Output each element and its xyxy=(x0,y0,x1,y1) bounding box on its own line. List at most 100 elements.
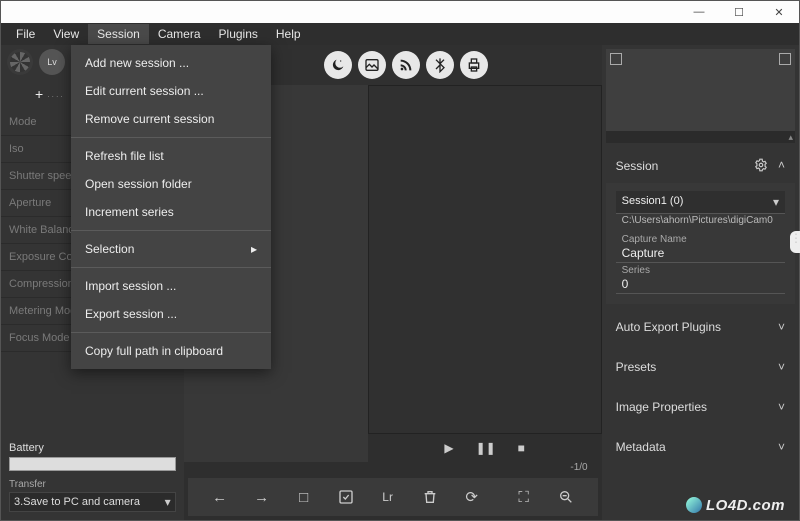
series-label: Series xyxy=(616,265,785,276)
menu-item-copy-full-path-in-clipboard[interactable]: Copy full path in clipboard xyxy=(71,337,271,365)
chevron-down-icon: ˅ xyxy=(778,440,785,454)
bluetooth-icon[interactable] xyxy=(426,51,454,79)
menu-item-open-session-folder[interactable]: Open session folder xyxy=(71,170,271,198)
side-drawer-handle[interactable]: ⋮ xyxy=(790,231,800,253)
thumb-checkbox-right[interactable] xyxy=(779,53,791,65)
capture-name-label: Capture Name xyxy=(616,234,785,245)
window-minimize[interactable]: — xyxy=(679,1,719,23)
refresh-button[interactable]: ⟳ xyxy=(456,483,488,511)
bottom-toolbar: ← → □ Lr ⟳ ⛶ xyxy=(188,478,598,516)
window-maximize[interactable]: ☐ xyxy=(719,1,759,23)
menu-item-label: Copy full path in clipboard xyxy=(85,344,223,358)
chevron-down-icon: ˅ xyxy=(778,360,785,374)
menu-camera[interactable]: Camera xyxy=(149,24,210,44)
menu-view[interactable]: View xyxy=(44,24,88,44)
chevron-down-icon: ▾ xyxy=(165,495,171,509)
approve-button[interactable] xyxy=(330,483,362,511)
panel-presets[interactable]: Presets ˅ xyxy=(606,350,795,384)
panel-metadata[interactable]: Metadata ˅ xyxy=(606,430,795,464)
battery-bar xyxy=(9,457,176,471)
chevron-down-icon: ˅ xyxy=(778,320,785,334)
thumbnail-strip[interactable] xyxy=(606,49,795,131)
capture-name-input[interactable] xyxy=(616,245,785,263)
transfer-select[interactable]: 3.Save to PC and camera ▾ xyxy=(9,492,176,512)
menu-separator xyxy=(71,267,271,268)
nav-back-button[interactable]: ← xyxy=(204,483,236,511)
menu-separator xyxy=(71,137,271,138)
session-menu-dropdown: Add new session ... Edit current session … xyxy=(71,45,271,369)
panel-title: Metadata xyxy=(616,440,666,454)
thumb-checkbox-left[interactable] xyxy=(610,53,622,65)
lightroom-button[interactable]: Lr xyxy=(372,483,404,511)
aperture-icon[interactable] xyxy=(7,49,33,75)
moon-icon[interactable] xyxy=(324,51,352,79)
panel-title: Image Properties xyxy=(616,400,707,414)
playback-bar: ▶ ❚❚ ■ xyxy=(368,434,602,462)
delete-button[interactable] xyxy=(414,483,446,511)
menubar: FileViewSessionCameraPluginsHelp xyxy=(1,23,799,45)
session-panel-header[interactable]: Session ˄ xyxy=(606,149,795,183)
menu-item-label: Remove current session xyxy=(85,112,214,126)
transfer-label: Transfer xyxy=(9,479,176,490)
menu-item-edit-current-session[interactable]: Edit current session ... xyxy=(71,77,271,105)
drag-handle-icon[interactable]: . . . . xyxy=(47,90,63,99)
right-panel: ▴ Session ˄ Session1 (0) ▾ xyxy=(602,45,799,520)
series-input[interactable] xyxy=(616,276,785,294)
session-name: Session1 (0) xyxy=(622,195,684,209)
play-button[interactable]: ▶ xyxy=(444,441,453,455)
zoom-out-button[interactable] xyxy=(550,483,582,511)
chevron-down-icon: ˅ xyxy=(778,400,785,414)
scroll-up-icon[interactable]: ▴ xyxy=(788,132,793,143)
crop-button[interactable]: □ xyxy=(288,483,320,511)
transfer-value: 3.Save to PC and camera xyxy=(14,496,140,508)
chevron-right-icon: ▸ xyxy=(251,242,257,256)
titlebar: — ☐ ✕ xyxy=(1,1,799,23)
panel-auto-export-plugins[interactable]: Auto Export Plugins ˅ xyxy=(606,310,795,344)
panel-title: Auto Export Plugins xyxy=(616,320,721,334)
battery-label: Battery xyxy=(9,442,176,454)
image-icon[interactable] xyxy=(358,51,386,79)
menu-item-remove-current-session[interactable]: Remove current session xyxy=(71,105,271,133)
menu-item-add-new-session[interactable]: Add new session ... xyxy=(71,49,271,77)
menu-separator xyxy=(71,332,271,333)
menu-item-selection[interactable]: Selection ▸ xyxy=(71,235,271,263)
stop-button[interactable]: ■ xyxy=(518,441,525,455)
pause-button[interactable]: ❚❚ xyxy=(476,441,496,455)
session-panel-title: Session xyxy=(616,159,659,173)
gear-icon[interactable] xyxy=(754,158,768,175)
menu-help[interactable]: Help xyxy=(267,24,310,44)
menu-item-export-session[interactable]: Export session ... xyxy=(71,300,271,328)
menu-item-label: Refresh file list xyxy=(85,149,164,163)
liveview-button[interactable]: Lv xyxy=(39,49,65,75)
rss-icon[interactable] xyxy=(392,51,420,79)
menu-item-label: Increment series xyxy=(85,205,174,219)
image-count: -1/0 xyxy=(184,462,602,478)
panel-title: Presets xyxy=(616,360,657,374)
menu-item-refresh-file-list[interactable]: Refresh file list xyxy=(71,142,271,170)
watermark: LO4D.com xyxy=(686,497,785,514)
session-path: C:\Users\ahorn\Pictures\digiCam0 xyxy=(616,214,785,232)
menu-item-label: Edit current session ... xyxy=(85,84,204,98)
menu-item-label: Add new session ... xyxy=(85,56,189,70)
preview-canvas[interactable] xyxy=(368,85,602,434)
menu-item-label: Open session folder xyxy=(85,177,192,191)
session-select[interactable]: Session1 (0) ▾ xyxy=(616,191,785,214)
fullscreen-button[interactable]: ⛶ xyxy=(508,483,540,511)
menu-item-label: Export session ... xyxy=(85,307,177,321)
window-close[interactable]: ✕ xyxy=(759,1,799,23)
thumb-scrollbar[interactable]: ▴ xyxy=(606,131,795,143)
add-row-button[interactable]: + xyxy=(35,86,43,102)
menu-item-label: Import session ... xyxy=(85,279,176,293)
menu-file[interactable]: File xyxy=(7,24,44,44)
menu-plugins[interactable]: Plugins xyxy=(210,24,267,44)
globe-icon xyxy=(686,497,702,513)
menu-item-label: Selection xyxy=(85,242,134,256)
chevron-down-icon: ▾ xyxy=(773,195,779,209)
chevron-up-icon[interactable]: ˄ xyxy=(778,158,785,175)
panel-image-properties[interactable]: Image Properties ˅ xyxy=(606,390,795,424)
print-icon[interactable] xyxy=(460,51,488,79)
menu-session[interactable]: Session xyxy=(88,24,149,44)
menu-item-import-session[interactable]: Import session ... xyxy=(71,272,271,300)
menu-item-increment-series[interactable]: Increment series xyxy=(71,198,271,226)
nav-forward-button[interactable]: → xyxy=(246,483,278,511)
